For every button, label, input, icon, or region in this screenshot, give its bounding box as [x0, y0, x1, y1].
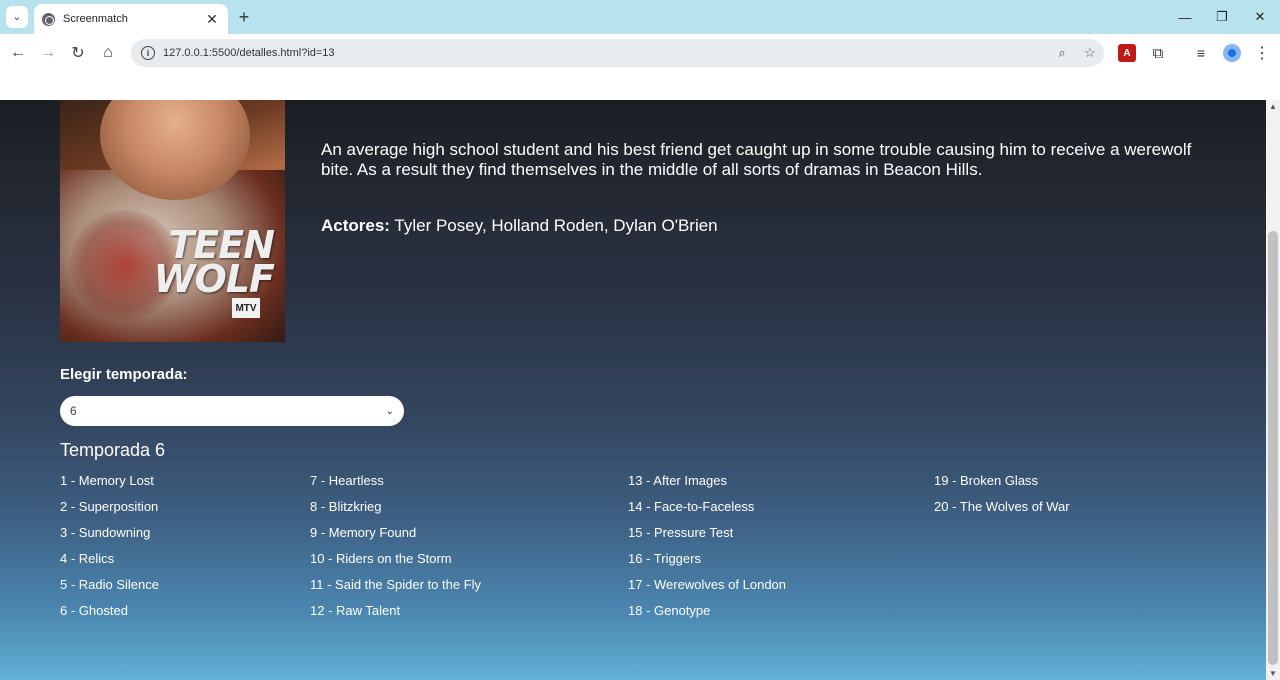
page-content: TEEN WOLF MTV An average high school stud…: [0, 100, 1266, 680]
browser-toolbar: ← → ↻ ⌂ i 127.0.0.1:5500/detalles.html?i…: [0, 34, 1280, 72]
new-tab-button[interactable]: +: [234, 7, 254, 27]
episode-item: 2 - Superposition: [60, 499, 159, 514]
episode-item: 9 - Memory Found: [310, 525, 417, 540]
tab-search-button[interactable]: ⌄: [6, 6, 28, 28]
episode-item: 20 - The Wolves of War: [934, 499, 1070, 514]
episode-item: 4 - Relics: [60, 551, 115, 566]
minimize-icon: —: [1178, 9, 1192, 25]
episode-item: 12 - Raw Talent: [310, 603, 401, 618]
home-icon: ⌂: [103, 44, 113, 61]
restore-icon: ❐: [1216, 9, 1228, 24]
minimize-button[interactable]: —: [1170, 6, 1200, 28]
address-bar[interactable]: i 127.0.0.1:5500/detalles.html?id=13 ⌕ ☆: [131, 39, 1104, 67]
season-select-label: Elegir temporada:: [60, 366, 188, 383]
episode-item: 13 - After Images: [628, 473, 727, 488]
episode-item: 6 - Ghosted: [60, 603, 128, 618]
globe-icon: [42, 12, 55, 26]
episode-item: 1 - Memory Lost: [60, 473, 154, 488]
media-control-icon[interactable]: ≡: [1192, 44, 1210, 62]
restore-button[interactable]: ❐: [1207, 6, 1237, 28]
scroll-down-icon[interactable]: ▼: [1269, 669, 1277, 678]
episode-item: 17 - Werewolves of London: [628, 577, 787, 592]
scrollbar-thumb[interactable]: [1268, 231, 1278, 665]
poster-network-logo: MTV: [232, 298, 260, 318]
star-icon[interactable]: ☆: [1076, 45, 1104, 61]
episode-item: 10 - Riders on the Storm: [310, 551, 452, 566]
show-poster: TEEN WOLF MTV: [60, 100, 285, 342]
tab-strip: ⌄ Screenmatch ✕ + — ❐ ✕: [0, 0, 1280, 34]
profile-icon[interactable]: [1223, 44, 1241, 62]
scroll-up-icon[interactable]: ▲: [1269, 102, 1277, 111]
pdf-icon[interactable]: A: [1118, 44, 1136, 62]
episode-item: 3 - Sundowning: [60, 525, 151, 540]
season-select-value: 6: [70, 404, 77, 418]
episode-item: 19 - Broken Glass: [934, 473, 1039, 488]
extensions-icon[interactable]: ⧉: [1149, 44, 1167, 62]
episode-item: 15 - Pressure Test: [628, 525, 734, 540]
actors-list: Tyler Posey, Holland Roden, Dylan O'Brie…: [394, 216, 718, 235]
reload-icon: ↻: [71, 45, 85, 62]
season-select[interactable]: 6 ⌄: [60, 396, 404, 426]
browser-tab[interactable]: Screenmatch ✕: [34, 4, 228, 34]
show-actors: Actores: Tyler Posey, Holland Roden, Dyl…: [321, 216, 718, 236]
page-scrollbar[interactable]: ▲ ▼: [1266, 100, 1280, 680]
tab-title: Screenmatch: [63, 13, 128, 25]
poster-logo: TEEN WOLF: [153, 223, 275, 301]
tab-close-button[interactable]: ✕: [204, 11, 220, 28]
chevron-down-icon: ⌄: [12, 11, 22, 23]
menu-icon[interactable]: ⋮: [1253, 44, 1271, 62]
zoom-icon[interactable]: ⌕: [1048, 45, 1076, 61]
close-icon: ✕: [1254, 9, 1266, 24]
episode-item: 18 - Genotype: [628, 603, 711, 618]
home-button[interactable]: ⌂: [98, 43, 118, 63]
forward-icon: →: [40, 44, 56, 61]
forward-button[interactable]: →: [38, 43, 58, 63]
url-text[interactable]: 127.0.0.1:5500/detalles.html?id=13: [163, 47, 1048, 59]
season-heading: Temporada 6: [60, 440, 166, 460]
window-close-button[interactable]: ✕: [1245, 6, 1275, 28]
back-button[interactable]: ←: [8, 43, 28, 63]
episode-item: 11 - Said the Spider to the Fly: [310, 577, 482, 592]
episode-item: 16 - Triggers: [628, 551, 701, 566]
episode-item: 8 - Blitzkrieg: [310, 499, 382, 514]
episode-item: 7 - Heartless: [310, 473, 384, 488]
episode-item: 14 - Face-to-Faceless: [628, 499, 755, 514]
show-synopsis: An average high school student and his b…: [321, 140, 1192, 179]
actors-label: Actores:: [321, 216, 390, 235]
back-icon: ←: [10, 44, 26, 61]
chevron-down-icon: ⌄: [385, 405, 394, 417]
reload-button[interactable]: ↻: [68, 43, 88, 63]
site-info-icon[interactable]: i: [141, 46, 155, 60]
episode-item: 5 - Radio Silence: [60, 577, 159, 592]
